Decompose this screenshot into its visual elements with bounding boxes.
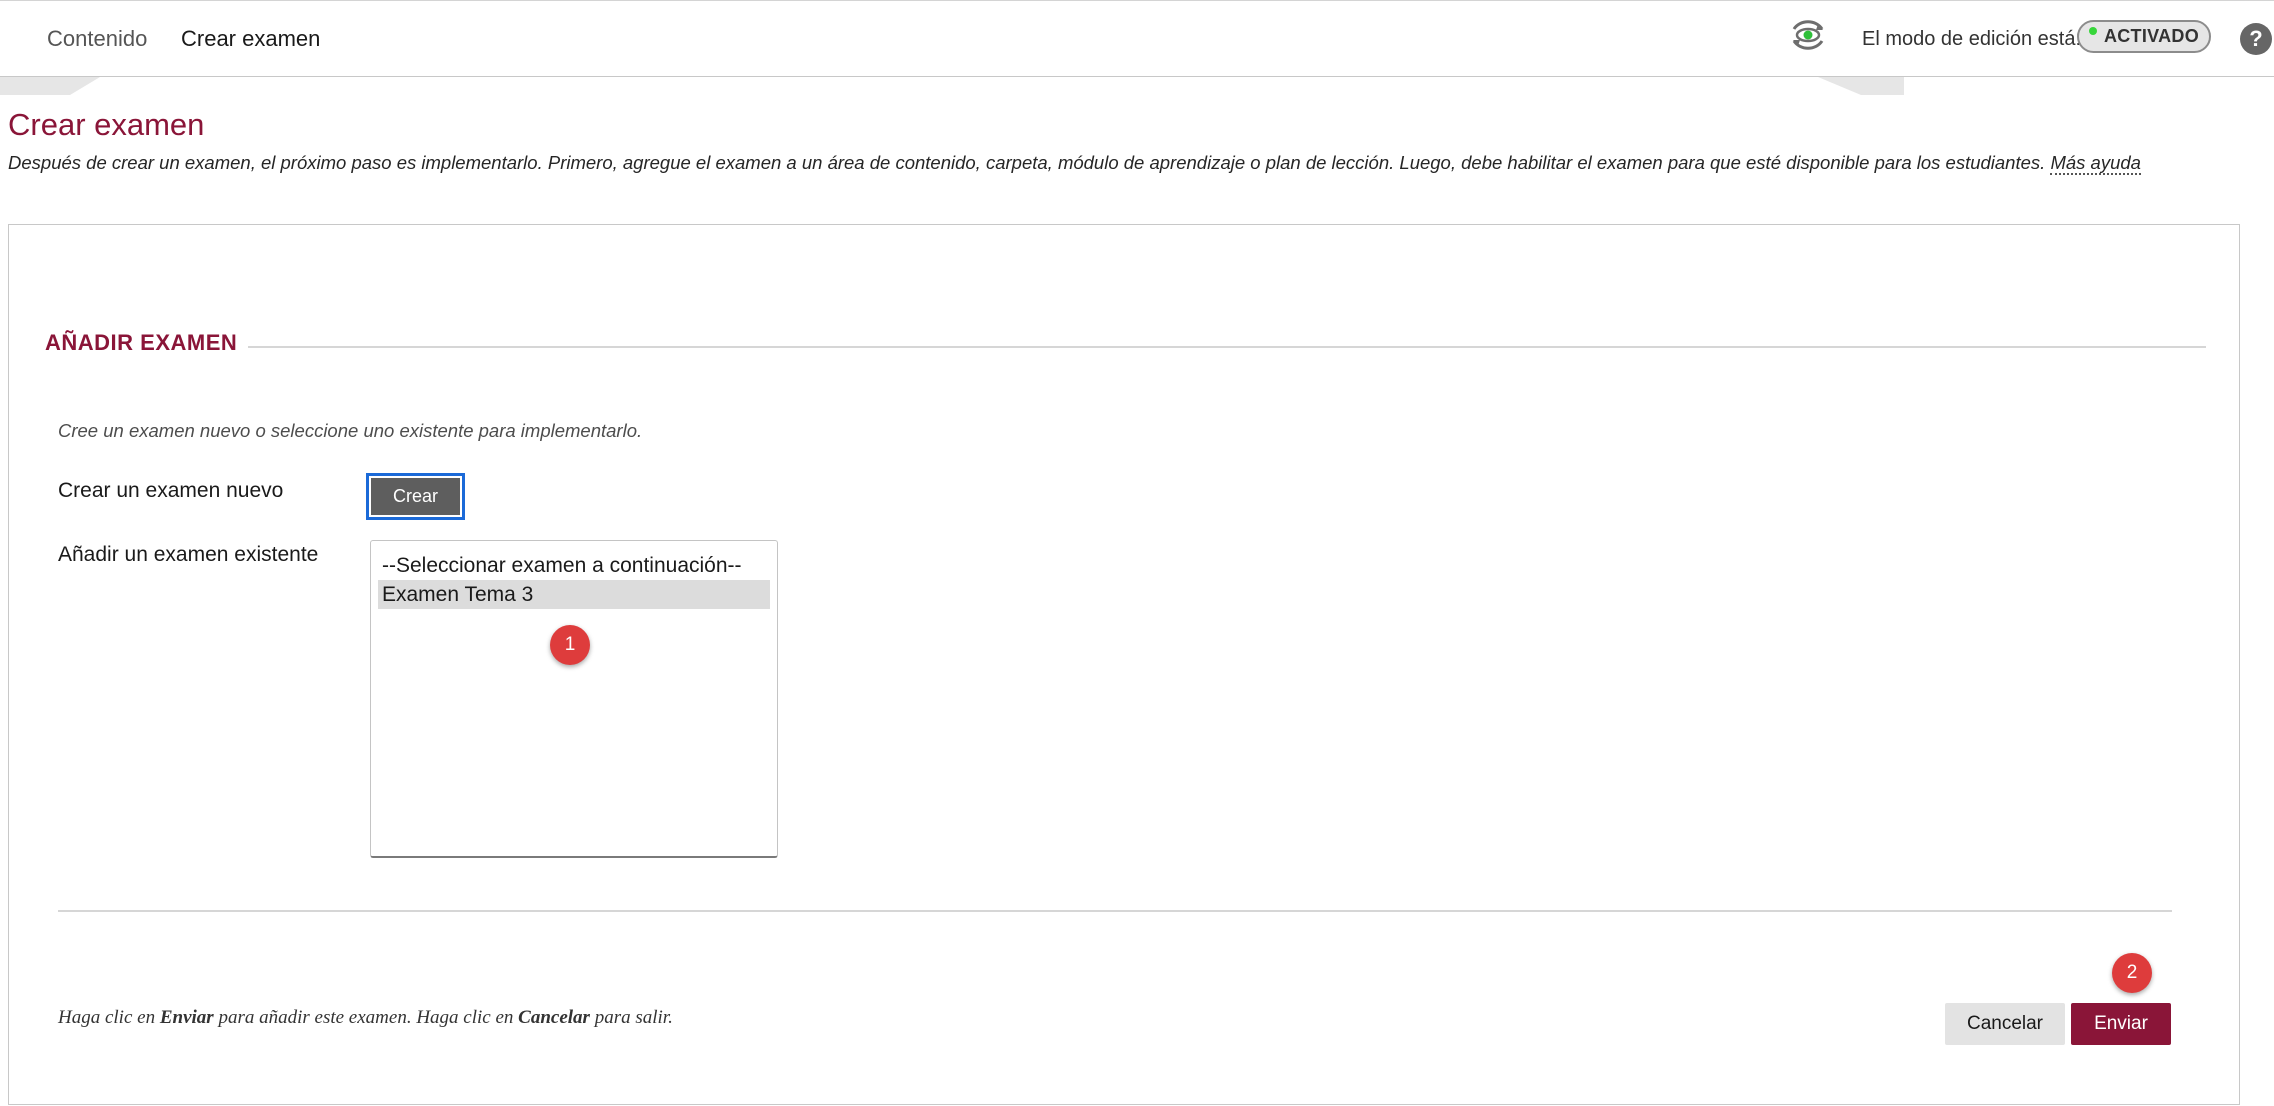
breadcrumb-current: Crear examen: [181, 26, 321, 51]
section-instructions: Cree un examen nuevo o seleccione uno ex…: [58, 420, 643, 441]
submit-button[interactable]: Enviar: [2071, 1003, 2171, 1045]
create-new-exam-label: Crear un examen nuevo: [58, 479, 284, 502]
edit-mode-value: ACTIVADO: [2103, 26, 2200, 46]
page-description-text: Después de crear un examen, el próximo p…: [8, 152, 2046, 173]
create-button[interactable]: Crear: [366, 473, 465, 520]
step-badge-1: 1: [550, 625, 590, 665]
footer-note-suffix: para salir.: [589, 1007, 673, 1028]
eye-refresh-icon[interactable]: [1788, 17, 1828, 53]
exam-option-tema-3[interactable]: Examen Tema 3: [378, 580, 770, 609]
tab-shadow-right: [1818, 77, 1904, 95]
footer-divider: [58, 910, 2172, 912]
edit-mode-toggle[interactable]: ACTIVADO: [2077, 20, 2211, 53]
page-title: Crear examen: [8, 107, 205, 142]
footer-note-cancel: Cancelar: [518, 1007, 590, 1028]
footer-note-prefix: Haga clic en: [58, 1007, 160, 1028]
more-help-link[interactable]: Más ayuda: [2050, 152, 2141, 175]
footer-instructions: Haga clic en Enviar para añadir este exa…: [58, 1005, 673, 1031]
breadcrumb-content[interactable]: Contenido: [47, 25, 147, 53]
status-dot-icon: [2088, 26, 2097, 35]
footer-note-submit: Enviar: [159, 1007, 214, 1028]
help-icon[interactable]: ?: [2240, 23, 2272, 55]
step-badge-2: 2: [2112, 953, 2152, 993]
exam-option-placeholder[interactable]: --Seleccionar examen a continuación--: [378, 551, 770, 580]
section-divider: [248, 346, 2206, 348]
section-title: AÑADIR EXAMEN: [45, 330, 238, 355]
form-container: [8, 224, 2240, 1105]
add-existing-exam-label: Añadir un examen existente: [58, 543, 319, 566]
top-bar: Contenido Crear examen El modo de edició…: [0, 0, 2274, 77]
footer-note-middle: para añadir este examen. Haga clic en: [213, 1007, 519, 1028]
existing-exam-listbox[interactable]: --Seleccionar examen a continuación-- Ex…: [370, 540, 778, 858]
create-exam-page: Contenido Crear examen El modo de edició…: [0, 0, 2274, 1106]
page-description: Después de crear un examen, el próximo p…: [8, 150, 2141, 176]
tab-shadow-left: [0, 77, 100, 95]
cancel-button[interactable]: Cancelar: [1945, 1003, 2065, 1045]
edit-mode-label: El modo de edición está:: [1862, 28, 2082, 50]
